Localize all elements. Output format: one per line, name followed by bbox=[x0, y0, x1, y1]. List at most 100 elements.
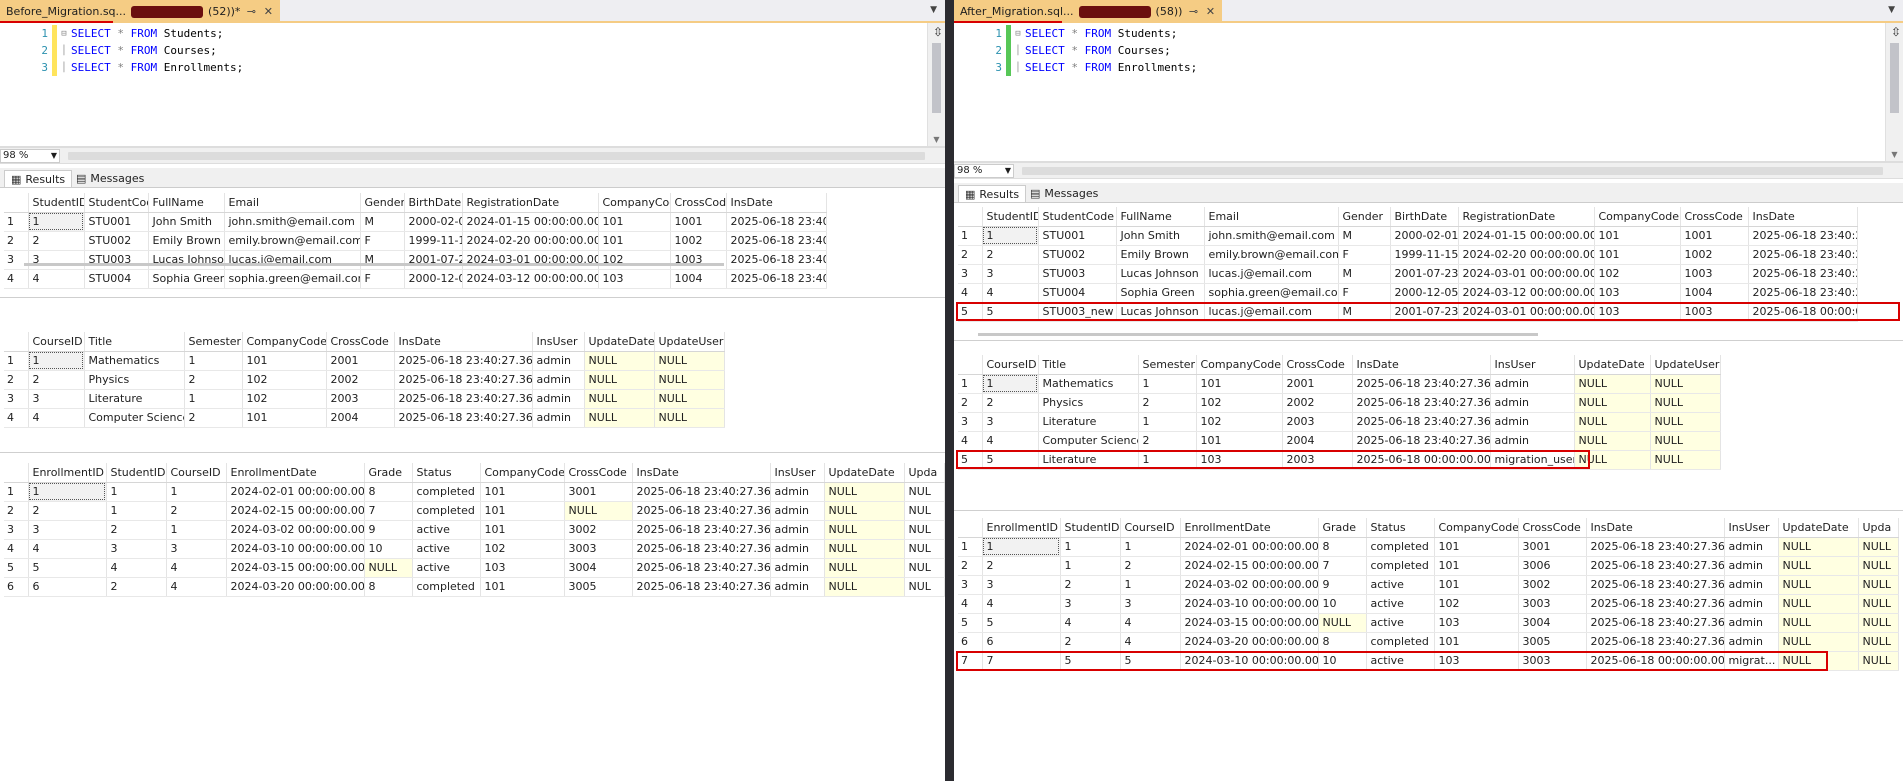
table-row[interactable]: 5 5 Literature 1 103 2003 2025-06-18 00:00:00.… bbox=[958, 450, 1721, 470]
grid-cell[interactable]: completed bbox=[1366, 537, 1435, 557]
row-number[interactable]: 2 bbox=[4, 501, 29, 521]
table-row[interactable]: 4 4 Computer Science 2 101 2004 2025-06-18 23:… bbox=[958, 431, 1721, 451]
grid-cell[interactable]: 8 bbox=[1318, 632, 1367, 652]
column-header[interactable]: StudentID bbox=[106, 463, 167, 483]
column-header[interactable]: EnrollmentID bbox=[28, 463, 107, 483]
grid-cell[interactable]: emily.brown@email.com bbox=[224, 231, 361, 251]
column-header[interactable]: CrossCode bbox=[1282, 355, 1353, 375]
grid-cell[interactable]: 2024-03-02 00:00:00.000 bbox=[226, 520, 365, 540]
grid-cell[interactable]: active bbox=[412, 520, 481, 540]
column-header[interactable]: CompanyCode bbox=[1594, 207, 1681, 227]
grid-cell[interactable]: 2025-06-18 23:40:27.363 bbox=[394, 389, 533, 409]
grid-cell[interactable]: F bbox=[360, 269, 405, 289]
grid-cell[interactable]: 101 bbox=[1594, 226, 1681, 246]
grid-cell[interactable]: 1 bbox=[28, 212, 85, 232]
grid-cell[interactable]: 103 bbox=[1434, 613, 1519, 633]
grid-cell[interactable]: NULL bbox=[1650, 450, 1721, 470]
grid-cell[interactable]: 5 bbox=[1060, 651, 1121, 671]
grid-cell[interactable]: Sophia Green bbox=[1116, 283, 1205, 303]
column-header[interactable]: InsDate bbox=[1352, 355, 1491, 375]
grid-cell[interactable]: admin bbox=[770, 539, 825, 559]
grid-cell[interactable]: 102 bbox=[1196, 412, 1283, 432]
grid-cell[interactable]: admin bbox=[1490, 431, 1575, 451]
grid-cell[interactable]: 10 bbox=[1318, 651, 1367, 671]
column-header[interactable]: EnrollmentID bbox=[982, 518, 1061, 538]
column-header[interactable]: CompanyCode bbox=[1196, 355, 1283, 375]
grid-cell[interactable]: 103 bbox=[598, 269, 671, 289]
grid-cell[interactable]: NULL bbox=[584, 370, 655, 390]
grid-cell[interactable]: 1003 bbox=[1680, 302, 1749, 322]
column-header[interactable]: StudentID bbox=[982, 207, 1039, 227]
grid-cell[interactable]: NULL bbox=[1574, 412, 1651, 432]
grid-cell[interactable]: 3003 bbox=[564, 539, 633, 559]
grid-cell[interactable]: 2024-02-20 00:00:00.000 bbox=[1458, 245, 1595, 265]
grid-cell[interactable]: 2025-06-18 00:00:00.000 bbox=[1352, 450, 1491, 470]
column-header[interactable]: UpdateUser bbox=[654, 332, 725, 352]
grid-cell[interactable]: 2025-06-18 23:40:27.3 bbox=[726, 212, 827, 232]
grid-cell[interactable]: 1 bbox=[28, 482, 107, 502]
grid-cell[interactable]: lucas.j@email.com bbox=[1204, 264, 1339, 284]
row-number[interactable]: 6 bbox=[958, 632, 983, 652]
table-row[interactable]: 6 6 2 4 2024-03-20 00:00:00.000 8 completed 101… bbox=[958, 632, 1899, 652]
column-header[interactable]: Email bbox=[1204, 207, 1339, 227]
table-row[interactable]: 2 2 1 2 2024-02-15 00:00:00.000 7 completed 101… bbox=[4, 501, 945, 521]
grid-cell[interactable]: 3 bbox=[982, 412, 1039, 432]
grid-cell[interactable]: admin bbox=[1724, 537, 1779, 557]
grid-cell[interactable]: NULL bbox=[1778, 613, 1859, 633]
grid-cell[interactable]: John Smith bbox=[148, 212, 225, 232]
grid-cell[interactable]: 101 bbox=[480, 482, 565, 502]
column-header[interactable]: Title bbox=[1038, 355, 1139, 375]
grid-cell[interactable]: 3 bbox=[28, 389, 85, 409]
grid-cell[interactable]: admin bbox=[770, 482, 825, 502]
grid-cell[interactable]: 2024-03-15 00:00:00.000 bbox=[226, 558, 365, 578]
grid-cell[interactable]: 3004 bbox=[1518, 613, 1587, 633]
grid-cell[interactable]: completed bbox=[412, 577, 481, 597]
row-number[interactable]: 3 bbox=[4, 520, 29, 540]
grid-cell[interactable]: 4 bbox=[28, 539, 107, 559]
grid-cell[interactable]: NULL bbox=[584, 389, 655, 409]
grid-cell[interactable]: Physics bbox=[1038, 393, 1139, 413]
grid-cell[interactable]: 101 bbox=[1434, 537, 1519, 557]
grid-cell[interactable]: admin bbox=[770, 520, 825, 540]
grid-cell[interactable]: 2025-06-18 23:40:27.367 bbox=[632, 482, 771, 502]
editor-line[interactable]: 3 │ SELECT * FROM Enrollments; bbox=[0, 59, 243, 76]
grid-cell[interactable]: 103 bbox=[480, 558, 565, 578]
grid-cell[interactable]: STU002 bbox=[84, 231, 149, 251]
grid-cell[interactable]: 2 bbox=[982, 245, 1039, 265]
row-number[interactable]: 4 bbox=[4, 408, 29, 428]
grid-cell[interactable]: 9 bbox=[364, 520, 413, 540]
table-row[interactable]: 1 1 Mathematics 1 101 2001 2025-06-18 23:40:27… bbox=[958, 374, 1721, 394]
column-header[interactable]: StudentID bbox=[1060, 518, 1121, 538]
grid-cell[interactable]: 2024-02-01 00:00:00.000 bbox=[226, 482, 365, 502]
grid-cell[interactable]: 3 bbox=[166, 539, 227, 559]
grid-cell[interactable]: 2024-02-01 00:00:00.000 bbox=[1180, 537, 1319, 557]
table-row[interactable]: 5 5 4 4 2024-03-15 00:00:00.000 NULL active 103… bbox=[958, 613, 1899, 633]
grid-cell[interactable]: Emily Brown bbox=[1116, 245, 1205, 265]
row-number[interactable]: 7 bbox=[958, 651, 983, 671]
grid-cell[interactable]: 101 bbox=[480, 501, 565, 521]
grid-cell[interactable]: 2024-03-01 00:00:00.000 bbox=[1458, 264, 1595, 284]
grid-cell[interactable]: 2024-03-01 00:00:00.000 bbox=[1458, 302, 1595, 322]
grid-cell[interactable]: 3 bbox=[1060, 594, 1121, 614]
grid-cell[interactable]: 1 bbox=[166, 520, 227, 540]
grid-cell[interactable]: active bbox=[1366, 594, 1435, 614]
column-header[interactable]: UpdateDate bbox=[824, 463, 905, 483]
table-row[interactable]: 2 2 1 2 2024-02-15 00:00:00.000 7 completed 101… bbox=[958, 556, 1899, 576]
grid-cell[interactable]: 101 bbox=[598, 231, 671, 251]
grid-cell[interactable]: 2001 bbox=[326, 351, 395, 371]
table-row[interactable]: 1 1 STU001 John Smith john.smith@email.com M 2… bbox=[4, 212, 827, 232]
column-header[interactable]: StudentID bbox=[28, 193, 85, 213]
scrollbar-thumb[interactable] bbox=[932, 43, 941, 113]
enrollments-result-grid[interactable]: EnrollmentID StudentID CourseID EnrollmentD… bbox=[958, 518, 1899, 671]
column-header[interactable]: InsUser bbox=[770, 463, 825, 483]
grid-cell[interactable]: 2024-03-12 00:00:00.000 bbox=[1458, 283, 1595, 303]
grid-cell[interactable]: 1 bbox=[184, 389, 243, 409]
grid-cell[interactable]: 3 bbox=[982, 264, 1039, 284]
tab-messages[interactable]: ▤ Messages bbox=[70, 170, 150, 187]
grid-cell[interactable]: M bbox=[360, 250, 405, 270]
grid-cell[interactable]: 2 bbox=[1138, 393, 1197, 413]
grid-cell[interactable]: 102 bbox=[480, 539, 565, 559]
grid-cell[interactable]: 2002 bbox=[1282, 393, 1353, 413]
grid-cell[interactable]: NULL bbox=[1778, 651, 1859, 671]
editor-horizontal-scrollbar[interactable] bbox=[1022, 167, 1883, 175]
